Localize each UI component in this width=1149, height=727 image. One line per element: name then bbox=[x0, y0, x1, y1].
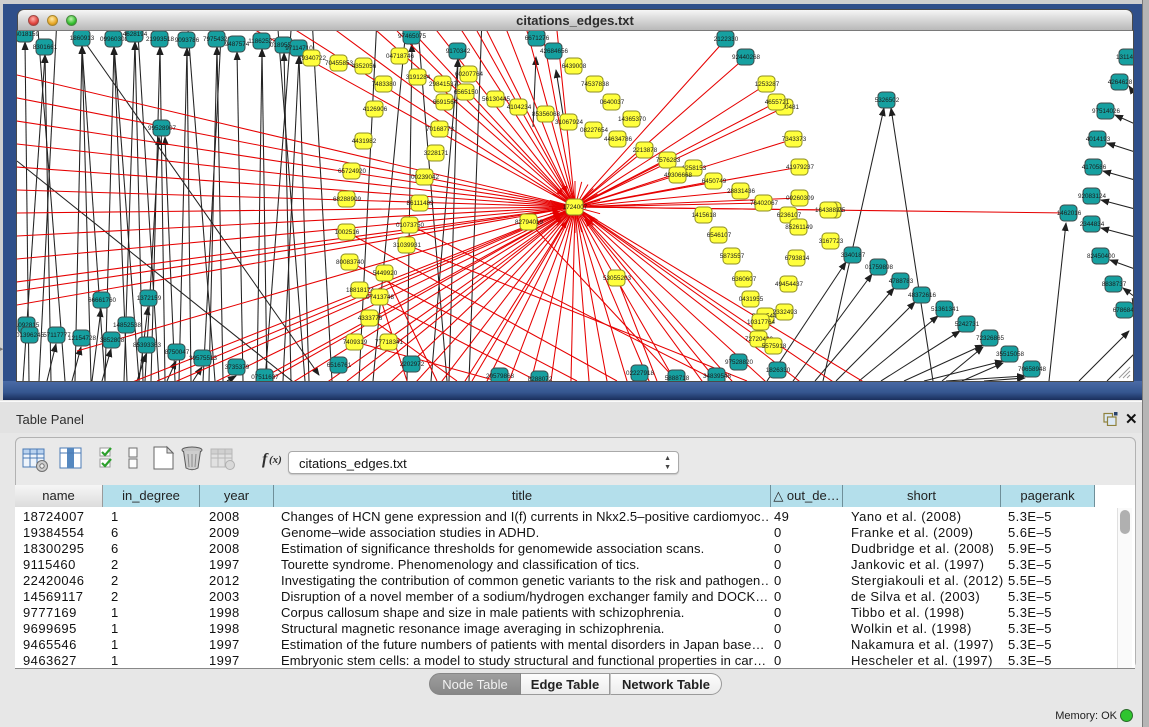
svg-text:f: f bbox=[262, 451, 269, 468]
svg-text:(x): (x) bbox=[269, 454, 282, 466]
